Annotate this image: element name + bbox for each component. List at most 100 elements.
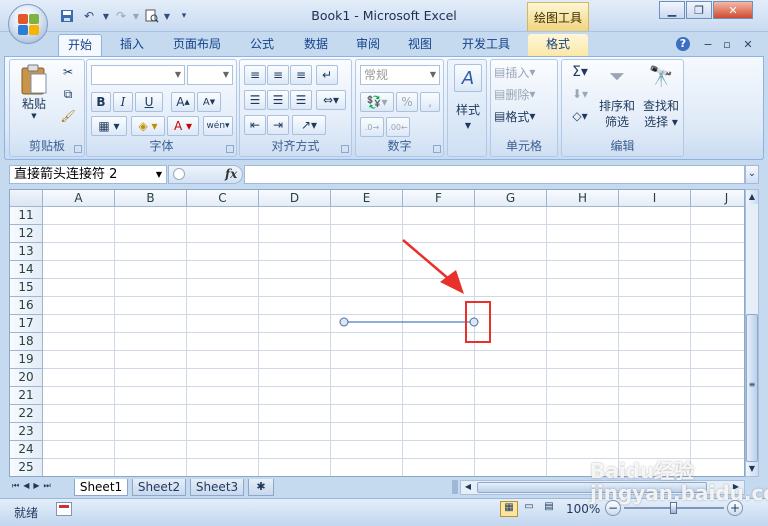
sheet-tab-sheet1[interactable]: Sheet1: [74, 479, 128, 496]
scroll-up-icon[interactable]: ▲: [746, 190, 758, 204]
clipboard-launcher-icon[interactable]: [74, 145, 82, 153]
zoom-in-icon[interactable]: +: [727, 500, 743, 516]
tab-insert[interactable]: 插入: [110, 34, 154, 56]
tab-view[interactable]: 视图: [400, 34, 440, 56]
underline-button[interactable]: U: [135, 92, 163, 112]
insert-function-icon[interactable]: fx: [225, 167, 237, 181]
connector-end-handle[interactable]: [469, 317, 479, 327]
format-painter-icon[interactable]: 🖌: [58, 106, 78, 126]
sheet-tab-sheet3[interactable]: Sheet3: [190, 479, 244, 496]
align-left-icon[interactable]: ☰: [244, 90, 266, 110]
styles-label[interactable]: 样式: [448, 102, 488, 118]
find-select-label[interactable]: 查找和 选择 ▾: [640, 98, 682, 130]
formula-input[interactable]: [244, 165, 745, 184]
office-logo-icon: [18, 14, 39, 35]
font-launcher-icon[interactable]: [226, 145, 234, 153]
expand-formula-bar-icon[interactable]: ⌄: [745, 165, 759, 184]
bold-button[interactable]: B: [91, 92, 111, 112]
macro-record-icon[interactable]: [56, 502, 72, 516]
tab-review[interactable]: 审阅: [348, 34, 388, 56]
orientation-icon[interactable]: ↗▾: [292, 115, 326, 135]
font-name-combo[interactable]: ▼: [91, 65, 185, 85]
restore-button[interactable]: ❐: [686, 1, 712, 19]
phonetic-icon[interactable]: wén▾: [203, 116, 233, 136]
align-middle-icon[interactable]: ≡: [267, 65, 289, 85]
formula-bar-grip-icon[interactable]: [173, 168, 185, 180]
align-right-icon[interactable]: ☰: [290, 90, 312, 110]
increase-decimal-icon[interactable]: .0→: [360, 117, 384, 137]
horizontal-scroll-thumb[interactable]: [477, 482, 707, 493]
percent-button[interactable]: %: [396, 92, 418, 112]
tab-formulas[interactable]: 公式: [242, 34, 282, 56]
merge-center-icon[interactable]: ⇔▾: [316, 90, 346, 110]
decrease-font-icon[interactable]: A ▼: [197, 92, 221, 112]
format-cells-button[interactable]: ▤ 格式 ▾: [493, 106, 555, 126]
styles-dropdown-icon[interactable]: ▼: [448, 118, 488, 134]
delete-cells-button[interactable]: ▤ 删除 ▾: [493, 84, 555, 104]
align-bottom-icon[interactable]: ≡: [290, 65, 312, 85]
font-color-icon[interactable]: A ▾: [167, 116, 199, 136]
font-size-combo[interactable]: ▼: [187, 65, 233, 85]
align-top-icon[interactable]: ≡: [244, 65, 266, 85]
increase-font-icon[interactable]: A ▲: [171, 92, 195, 112]
tab-page-layout[interactable]: 页面布局: [166, 34, 228, 56]
scroll-right-icon[interactable]: ▶: [729, 481, 743, 494]
sort-filter-icon[interactable]: ⏷: [598, 62, 636, 90]
number-launcher-icon[interactable]: [433, 145, 441, 153]
workbook-minimize-icon[interactable]: −: [700, 37, 716, 53]
window-title: Book1 - Microsoft Excel: [311, 8, 457, 23]
zoom-slider-thumb[interactable]: [670, 502, 677, 514]
close-button[interactable]: ✕: [713, 1, 753, 19]
page-layout-view-icon[interactable]: ▭: [520, 501, 538, 517]
scroll-down-icon[interactable]: ▼: [746, 462, 758, 476]
tab-home[interactable]: 开始: [58, 34, 102, 56]
tab-data[interactable]: 数据: [296, 34, 336, 56]
office-button[interactable]: [8, 4, 48, 44]
paste-button[interactable]: 粘贴 ▼: [16, 62, 52, 122]
alignment-launcher-icon[interactable]: [341, 145, 349, 153]
page-break-view-icon[interactable]: ▤: [540, 501, 558, 517]
zoom-out-icon[interactable]: −: [605, 500, 621, 516]
borders-icon[interactable]: ▦ ▾: [91, 116, 127, 136]
tab-split-handle[interactable]: [452, 480, 458, 494]
normal-view-icon[interactable]: ▦: [500, 501, 518, 517]
sort-filter-label[interactable]: 排序和 筛选: [596, 98, 638, 130]
connector-start-handle[interactable]: [339, 317, 349, 327]
minimize-button[interactable]: ▁: [659, 1, 685, 19]
name-box[interactable]: 直接箭头连接符 2 ▼: [9, 165, 167, 184]
wrap-text-icon[interactable]: ↵: [316, 65, 338, 85]
comma-button[interactable]: ,: [420, 92, 440, 112]
workbook-close-icon[interactable]: ✕: [740, 37, 756, 53]
decrease-indent-icon[interactable]: ⇤: [244, 115, 266, 135]
workbook-restore-icon[interactable]: ▫: [719, 37, 735, 53]
insert-sheet-icon[interactable]: ✱: [248, 479, 274, 496]
decrease-decimal-icon[interactable]: .00←: [386, 117, 410, 137]
increase-indent-icon[interactable]: ⇥: [267, 115, 289, 135]
fill-color-icon[interactable]: ◈ ▾: [131, 116, 165, 136]
styles-icon[interactable]: A: [454, 64, 482, 92]
find-select-icon[interactable]: 🔭: [642, 62, 680, 90]
worksheet-grid[interactable]: ABCDEFGHIJ 11 12 13 14 15 16 17 18 19 20 21 22 23 24 2…: [9, 189, 745, 477]
vertical-scrollbar[interactable]: ▲ ≡ ▼: [745, 189, 759, 477]
tab-developer[interactable]: 开发工具: [454, 34, 518, 56]
horizontal-scrollbar[interactable]: ◀ ▶: [460, 480, 745, 495]
clear-icon[interactable]: ◇▾: [566, 106, 594, 126]
number-format-combo[interactable]: 常规 ▼: [360, 65, 440, 85]
cut-icon[interactable]: ✂: [58, 62, 78, 82]
fill-icon[interactable]: ⬇▾: [566, 84, 594, 104]
help-icon[interactable]: ?: [676, 37, 690, 51]
vertical-scroll-thumb[interactable]: ≡: [746, 314, 758, 462]
copy-icon[interactable]: ⧉: [58, 84, 78, 104]
align-center-icon[interactable]: ☰: [267, 90, 289, 110]
annotation-arrow-shaft: [402, 239, 451, 281]
autosum-icon[interactable]: Σ▾: [566, 62, 594, 82]
zoom-level[interactable]: 100%: [566, 502, 600, 516]
fx-area: fx: [168, 165, 243, 184]
scroll-left-icon[interactable]: ◀: [461, 481, 475, 494]
sheet-tab-sheet2[interactable]: Sheet2: [132, 479, 186, 496]
italic-button[interactable]: I: [113, 92, 133, 112]
tab-format[interactable]: 格式: [528, 34, 588, 56]
accounting-format-icon[interactable]: 💱▾: [360, 92, 394, 112]
insert-cells-button[interactable]: ▤ 插入 ▾: [493, 62, 555, 82]
sheet-nav-icons[interactable]: ⏮◀▶⏭: [12, 481, 70, 494]
